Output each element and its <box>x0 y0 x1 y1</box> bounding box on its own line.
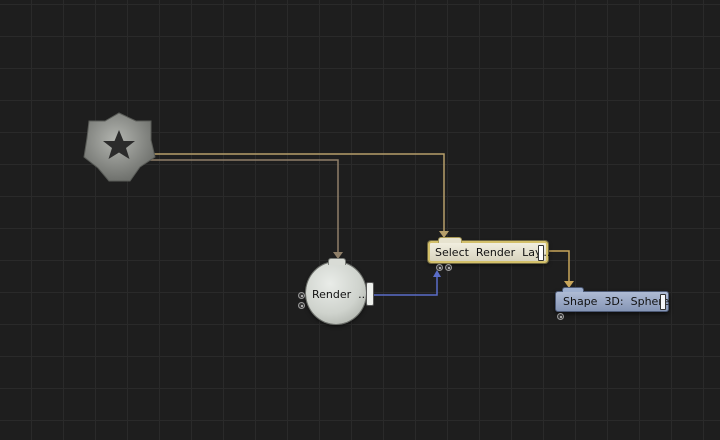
wire-root-to-select[interactable] <box>150 153 445 232</box>
select-port-icon-1[interactable] <box>436 264 443 271</box>
root-scene-node[interactable] <box>80 110 158 184</box>
select-node-label: Select Render Lay... <box>435 246 551 259</box>
connection-wires <box>150 153 574 296</box>
star-gear-icon <box>83 112 156 182</box>
sphere-node-label: Shape 3D: Sphere <box>563 295 670 308</box>
render-input-cap[interactable] <box>328 258 346 265</box>
sphere-input-tab[interactable] <box>562 287 584 292</box>
select-render-layer-node[interactable]: Select Render Lay... <box>428 237 551 263</box>
render-port-icon-2[interactable] <box>298 302 305 309</box>
sphere-output-handle[interactable] <box>660 294 666 310</box>
arrow-into-select-bottom <box>433 270 441 277</box>
wire-root-to-render[interactable] <box>150 159 339 253</box>
render-output-handle[interactable] <box>366 282 374 306</box>
wire-render-to-select[interactable] <box>370 274 438 296</box>
shape-3d-sphere-node[interactable]: Shape 3D: Sphere <box>555 287 670 312</box>
wire-select-to-sphere[interactable] <box>548 250 570 282</box>
select-port-icon-2[interactable] <box>445 264 452 271</box>
render-node-label: Render ... <box>312 288 369 301</box>
select-input-tab[interactable] <box>438 237 462 243</box>
select-output-handle[interactable] <box>538 245 544 261</box>
sphere-port-icon[interactable] <box>557 313 564 320</box>
render-node[interactable]: Render ... <box>306 258 374 324</box>
render-port-icon-1[interactable] <box>298 292 305 299</box>
